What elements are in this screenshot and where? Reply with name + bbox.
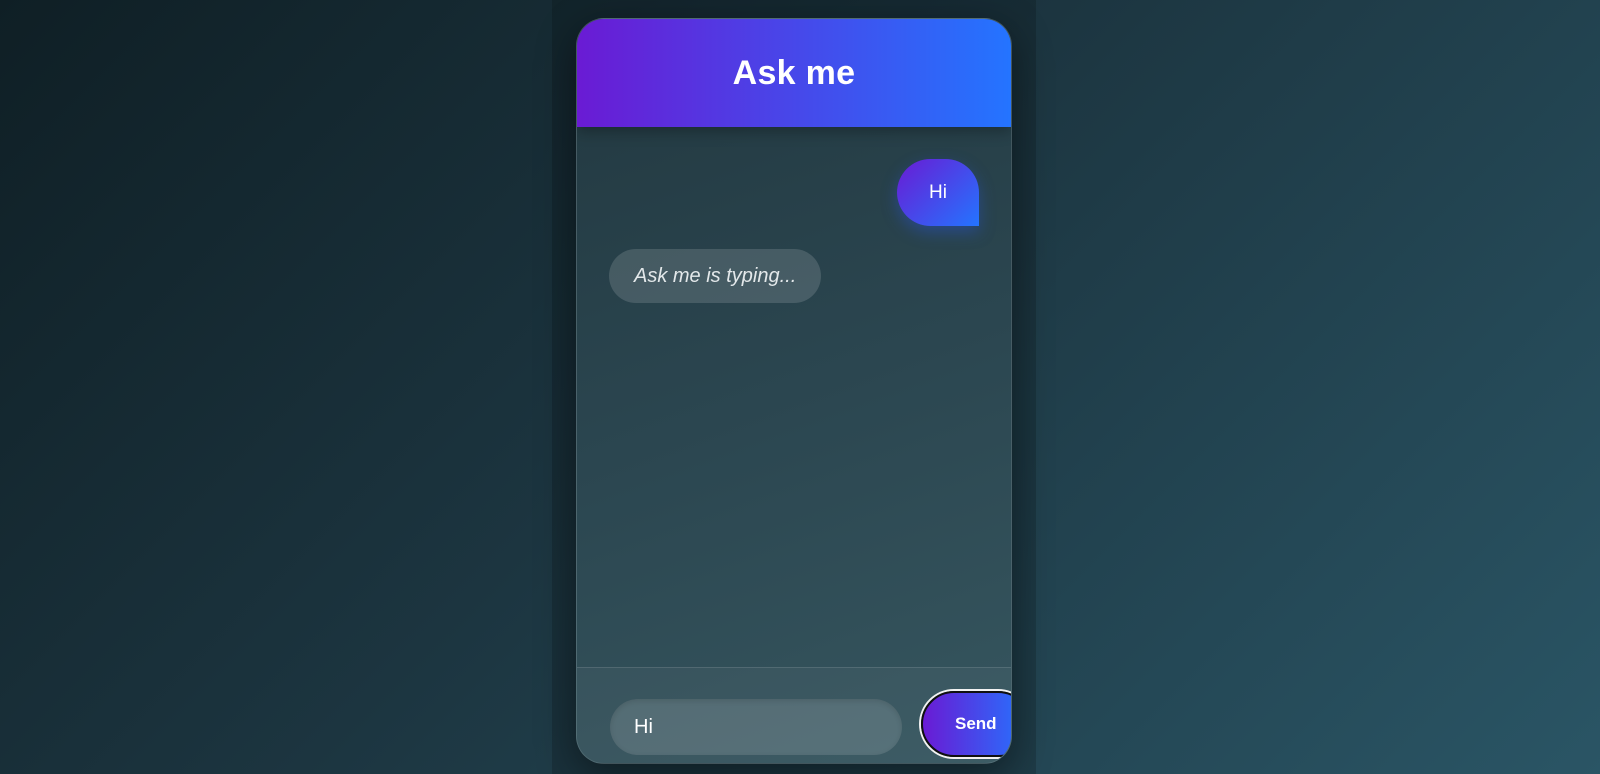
chat-title: Ask me [732,53,856,92]
message-list: Hi Ask me is typing... [577,127,1011,667]
message-input[interactable] [610,699,902,755]
user-message-bubble: Hi [897,159,979,226]
send-button[interactable]: Send [921,691,1011,757]
chat-header: Ask me [577,19,1011,127]
chat-window: Ask me Hi Ask me is typing... Send [576,18,1012,764]
typing-indicator: Ask me is typing... [609,249,822,303]
message-composer: Send [577,667,1011,763]
